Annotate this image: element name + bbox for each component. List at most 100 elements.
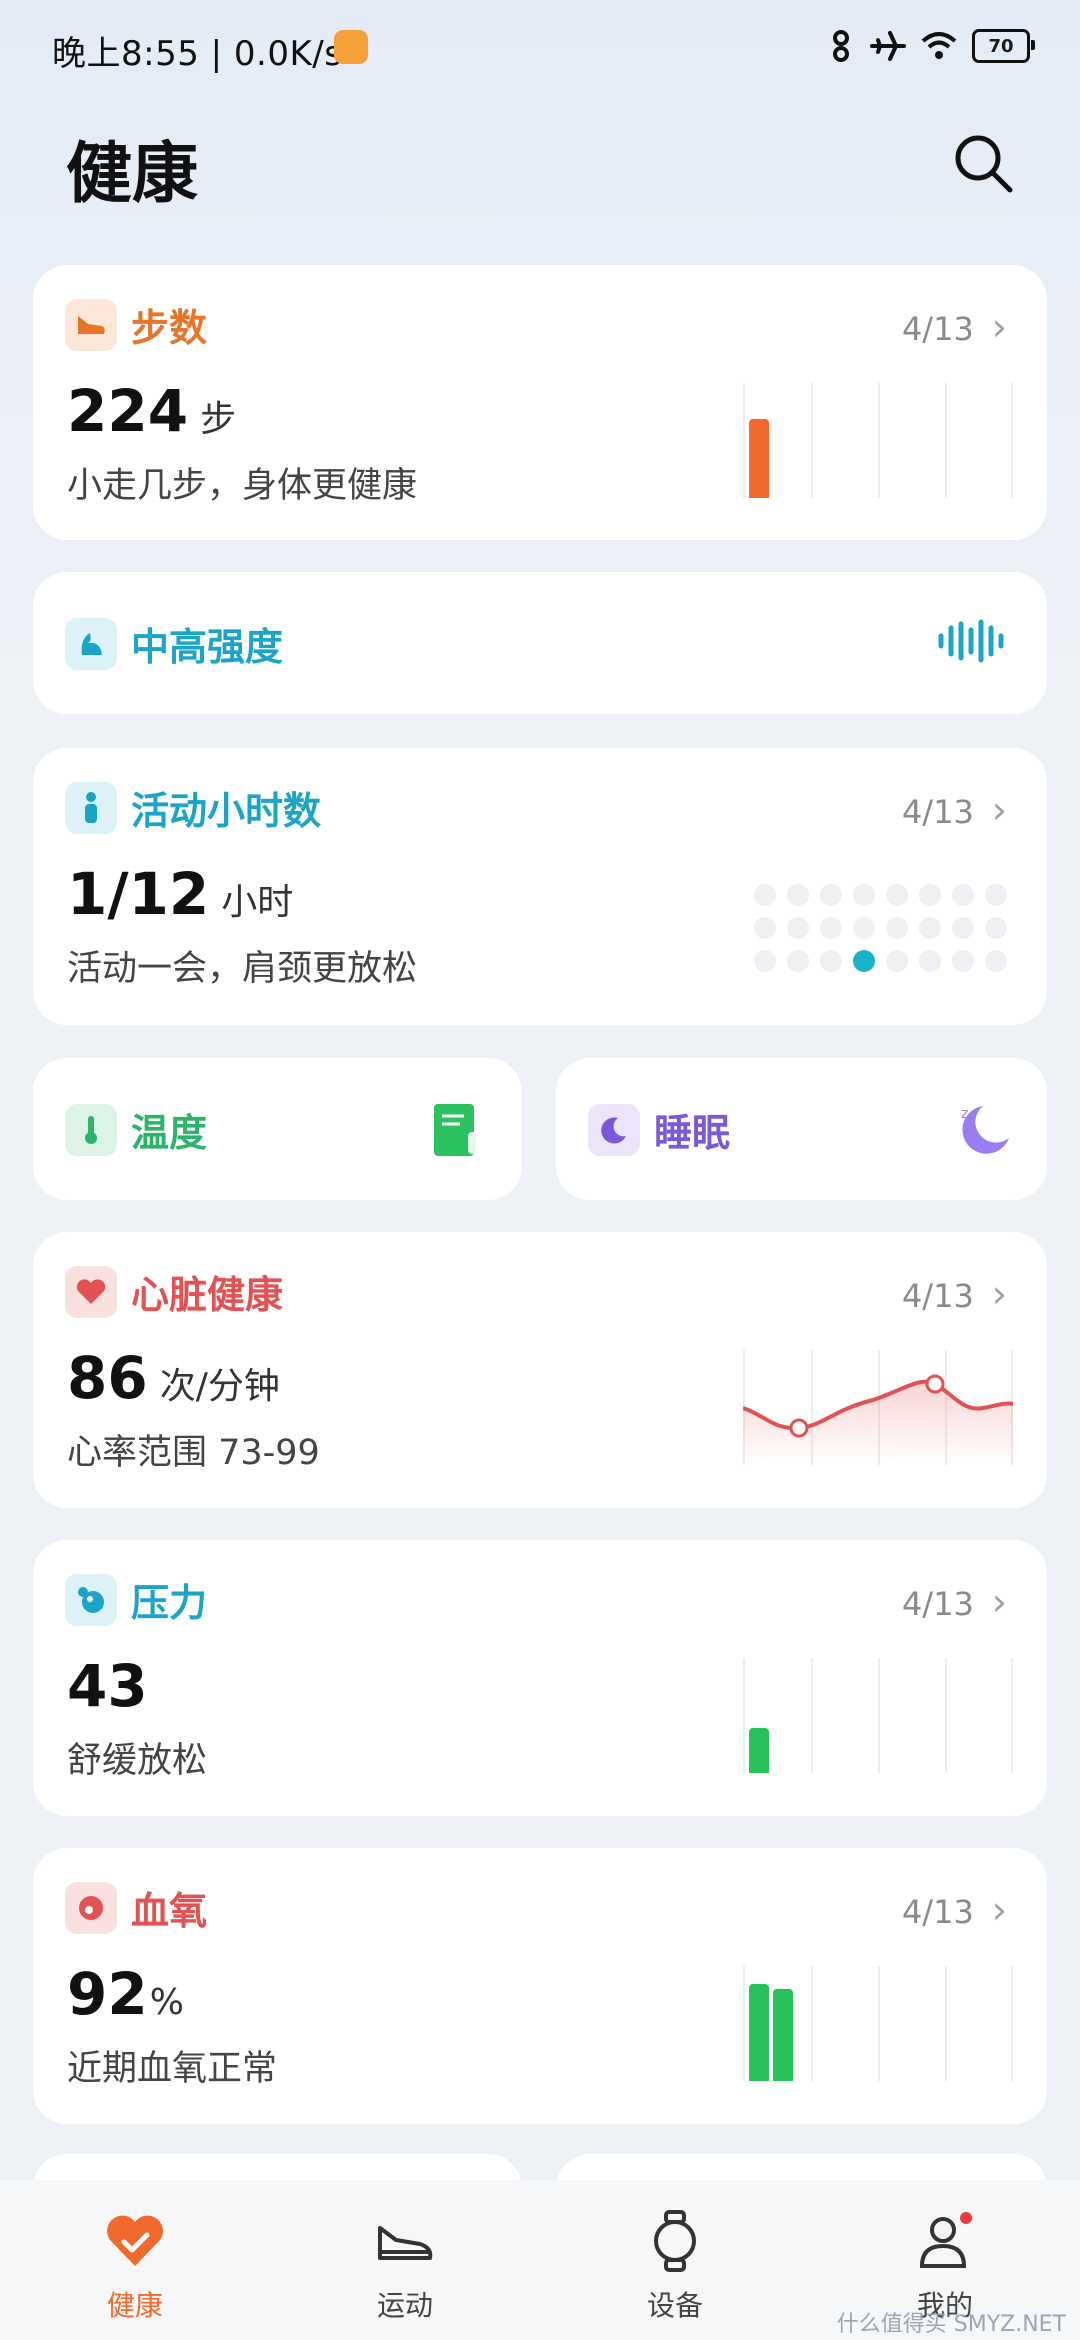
sleep-title: 睡眠 xyxy=(654,1111,731,1155)
nav-item-exercise[interactable]: 运动 xyxy=(270,2180,540,2340)
spo2-date[interactable]: 4/13 xyxy=(902,1888,1007,1932)
nav-label-health: 健康 xyxy=(106,2289,163,2322)
notification-dot xyxy=(960,2212,972,2224)
activity-date[interactable]: 4/13 xyxy=(902,788,1007,832)
steps-card-header: 步数 xyxy=(65,297,207,352)
activity-dot xyxy=(919,917,941,939)
spo2-card-header: 血氧 xyxy=(65,1880,207,1935)
activity-unit: 小时 xyxy=(221,882,294,923)
temperature-card-header: 温度 xyxy=(65,1102,207,1157)
chart-gridline xyxy=(878,1658,880,1773)
heart-card-header: 心脏健康 xyxy=(65,1264,283,1319)
steps-bar xyxy=(749,419,769,498)
blood-oxygen-icon xyxy=(65,1881,117,1934)
chart-gridline xyxy=(811,383,813,498)
steps-date[interactable]: 4/13 xyxy=(902,305,1007,349)
heart-card[interactable]: 心脏健康 4/13 86 次/分钟 心率范围 73-99 xyxy=(33,1232,1047,1508)
activity-subtitle: 活动一会，肩颈更放松 xyxy=(67,949,418,989)
activity-dot xyxy=(787,917,809,939)
nav-item-device[interactable]: 设备 xyxy=(540,2180,810,2340)
activity-dot xyxy=(886,917,908,939)
spo2-bar xyxy=(773,1989,793,2081)
page-title: 健康 xyxy=(66,135,198,212)
activity-dot xyxy=(820,950,842,972)
heart-min-point xyxy=(789,1418,809,1438)
intensity-card[interactable]: 中高强度 xyxy=(33,572,1047,714)
nav-label-exercise: 运动 xyxy=(376,2289,433,2322)
activity-card[interactable]: 活动小时数 4/13 1/12 小时 活动一会，肩颈更放松 xyxy=(33,748,1047,1025)
sleep-card[interactable]: 睡眠 z xyxy=(556,1058,1047,1200)
steps-title: 步数 xyxy=(131,306,208,350)
chart-gridline xyxy=(743,1966,745,2081)
heart-value-row: 86 次/分钟 xyxy=(67,1344,280,1412)
chart-gridline xyxy=(811,1658,813,1773)
heart-date[interactable]: 4/13 xyxy=(902,1272,1007,1316)
activity-dot xyxy=(853,950,875,972)
sleep-card-header: 睡眠 xyxy=(588,1102,730,1157)
chart-gridline xyxy=(1011,1966,1013,2081)
spo2-mini-chart xyxy=(743,1966,1013,2081)
chart-gridline xyxy=(945,1658,947,1773)
activity-dot xyxy=(985,884,1007,906)
stress-date[interactable]: 4/13 xyxy=(902,1580,1007,1624)
svg-text:z: z xyxy=(961,1106,968,1122)
activity-dot xyxy=(853,884,875,906)
muscle-icon xyxy=(65,617,117,670)
battery-level: 70 xyxy=(988,35,1014,57)
shoe-icon xyxy=(378,2226,433,2260)
status-bar: 晚上8:55 | 0.0K/s 70 xyxy=(0,0,1080,90)
link-icon xyxy=(833,30,849,62)
chart-gridline xyxy=(945,383,947,498)
activity-dot xyxy=(820,884,842,906)
heart-max-point xyxy=(925,1374,945,1394)
temperature-note-icon xyxy=(434,1104,476,1156)
stress-bubbles-icon xyxy=(65,1573,117,1626)
nav-item-health[interactable]: 健康 xyxy=(0,2180,270,2340)
chart-gridline xyxy=(743,383,745,498)
chart-gridline xyxy=(945,1966,947,2081)
nav-label-device: 设备 xyxy=(646,2289,703,2322)
status-icons: 70 xyxy=(826,26,1035,66)
stress-card-header: 压力 xyxy=(65,1572,207,1627)
spo2-title: 血氧 xyxy=(131,1889,208,1933)
temperature-card[interactable]: 温度 xyxy=(33,1058,522,1200)
chart-gridline xyxy=(1011,1658,1013,1773)
steps-value: 224 xyxy=(67,377,189,445)
stress-value: 43 xyxy=(67,1652,148,1720)
heart-value: 86 xyxy=(67,1344,148,1412)
temperature-title: 温度 xyxy=(131,1111,208,1155)
activity-dot-grid xyxy=(754,884,1007,972)
status-time: 晚上8:55 | 0.0K/s xyxy=(52,34,343,74)
stress-card[interactable]: 压力 4/13 43 舒缓放松 xyxy=(33,1540,1047,1816)
watermark: 什么值得买 SMYZ.NET xyxy=(836,2312,1066,2337)
shoe-icon xyxy=(65,298,117,351)
spo2-value-row: 92% xyxy=(67,1960,184,2028)
spo2-unit: % xyxy=(149,1982,184,2023)
activity-dot xyxy=(919,884,941,906)
steps-card[interactable]: 步数 4/13 224 步 小走几步，身体更健康 xyxy=(33,265,1047,540)
steps-unit: 步 xyxy=(200,399,237,440)
watch-icon xyxy=(654,2210,696,2272)
heart-icon xyxy=(65,1265,117,1318)
activity-dot xyxy=(886,884,908,906)
heart-subtitle: 心率范围 73-99 xyxy=(67,1433,320,1473)
waveform-icon xyxy=(938,619,1004,663)
activity-card-header: 活动小时数 xyxy=(65,780,321,835)
stress-bar xyxy=(749,1728,769,1773)
stress-subtitle: 舒缓放松 xyxy=(67,1741,208,1781)
activity-dot xyxy=(754,917,776,939)
heart-mini-chart xyxy=(743,1350,1013,1465)
thermometer-icon xyxy=(65,1103,117,1156)
activity-value-row: 1/12 小时 xyxy=(67,860,293,928)
steps-value-row: 224 步 xyxy=(67,377,236,445)
stress-title: 压力 xyxy=(131,1581,208,1625)
chart-gridline xyxy=(878,1966,880,2081)
battery-icon: 70 xyxy=(972,29,1035,63)
chart-gridline xyxy=(878,383,880,498)
heart-title: 心脏健康 xyxy=(131,1273,284,1317)
airplane-icon xyxy=(870,31,906,61)
activity-dot xyxy=(787,950,809,972)
sleep-moon-illustration: z xyxy=(961,1106,1009,1154)
spo2-card[interactable]: 血氧 4/13 92% 近期血氧正常 xyxy=(33,1848,1047,2124)
search-icon[interactable] xyxy=(948,128,1018,198)
